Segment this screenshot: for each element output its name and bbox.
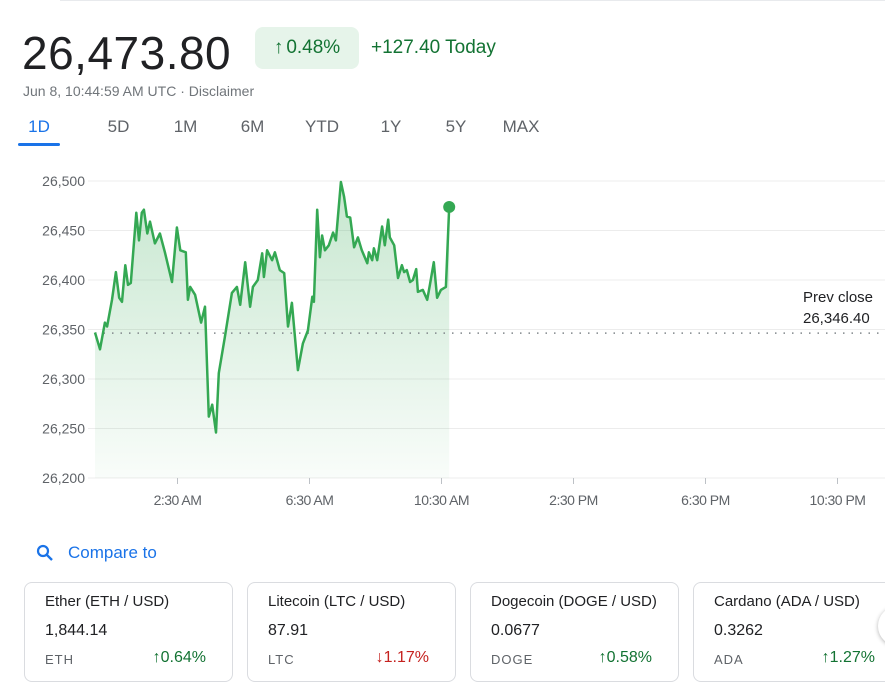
y-tick-label: 26,400 (42, 272, 85, 288)
card-change-value: 1.17% (383, 649, 429, 666)
y-tick-label: 26,450 (42, 223, 85, 239)
search-icon (36, 544, 53, 561)
timestamp-line: Jun 8, 10:44:59 AM UTC · Disclaimer (23, 83, 254, 99)
card-name: Litecoin (LTC / USD) (268, 593, 406, 610)
change-percent-badge: ↑ 0.48% (255, 27, 359, 69)
card-name: Ether (ETH / USD) (45, 593, 170, 610)
y-tick-label: 26,350 (42, 322, 85, 338)
top-divider (60, 0, 885, 1)
card-symbol: ETH (45, 652, 74, 667)
compare-to-label: Compare to (68, 543, 157, 562)
last-price-dot (443, 200, 456, 213)
card-symbol: LTC (268, 652, 295, 667)
change-today: +127.40 Today (371, 37, 496, 58)
card-price: 1,844.14 (45, 622, 108, 639)
crypto-card[interactable]: Cardano (ADA / USD) 0.3262 ADA ↑1.27% (693, 582, 885, 682)
crypto-card[interactable]: Dogecoin (DOGE / USD) 0.0677 DOGE ↑0.58% (470, 582, 679, 682)
card-price: 87.91 (268, 622, 309, 639)
price-chart[interactable]: 26,500 26,450 26,400 26,350 26,300 26,250 26,2… (0, 160, 885, 520)
separator: · (180, 83, 185, 99)
card-name: Dogecoin (DOGE / USD) (491, 593, 657, 610)
card-change: ↑0.58% (599, 649, 652, 667)
card-symbol: ADA (714, 652, 744, 667)
tab-1y[interactable]: 1Y (379, 117, 403, 137)
y-tick-label: 26,300 (42, 371, 85, 387)
tab-5d[interactable]: 5D (102, 117, 135, 137)
arrow-up-icon: ↑ (821, 649, 830, 666)
card-price: 0.0677 (491, 622, 540, 639)
current-price: 26,473.80 (22, 27, 232, 79)
tab-max[interactable]: MAX (499, 117, 543, 137)
y-tick-label: 26,200 (42, 470, 85, 486)
x-tick-label: 6:30 AM (286, 492, 334, 508)
timestamp: Jun 8, 10:44:59 AM UTC (23, 83, 177, 99)
x-tick-label: 10:30 AM (414, 492, 469, 508)
y-tick-label: 26,250 (42, 421, 85, 437)
card-change: ↑0.64% (153, 649, 206, 667)
tab-5y[interactable]: 5Y (444, 117, 468, 137)
x-tick-label: 2:30 AM (154, 492, 202, 508)
card-name: Cardano (ADA / USD) (714, 593, 860, 610)
arrow-up-icon: ↑ (598, 649, 607, 666)
card-change-value: 1.27% (829, 649, 875, 666)
y-tick-label: 26,500 (42, 173, 85, 189)
x-tick-label: 10:30 PM (810, 492, 866, 508)
x-tick-label: 2:30 PM (549, 492, 598, 508)
crypto-card[interactable]: Litecoin (LTC / USD) 87.91 LTC ↓1.17% (247, 582, 456, 682)
arrow-up-icon: ↑ (152, 649, 161, 666)
tab-1m[interactable]: 1M (169, 117, 202, 137)
range-tabs: 1D 5D 1M 6M YTD 1Y 5Y MAX (18, 117, 543, 146)
card-symbol: DOGE (491, 652, 534, 667)
arrow-up-icon: ↑ (273, 37, 284, 58)
tab-6m[interactable]: 6M (236, 117, 269, 137)
arrow-down-icon: ↓ (375, 649, 384, 666)
tab-1d[interactable]: 1D (18, 117, 60, 146)
card-change: ↓1.17% (376, 649, 429, 667)
tab-ytd[interactable]: YTD (302, 117, 342, 137)
prev-close-label: Prev close (803, 289, 873, 306)
x-tick-label: 6:30 PM (681, 492, 730, 508)
card-change-value: 0.64% (160, 649, 206, 666)
card-change-value: 0.58% (606, 649, 652, 666)
card-price: 0.3262 (714, 622, 763, 639)
prev-close-value: 26,346.40 (803, 310, 870, 327)
compare-to-button[interactable]: Compare to (36, 543, 157, 563)
card-change: ↑1.27% (822, 649, 875, 667)
crypto-card[interactable]: Ether (ETH / USD) 1,844.14 ETH ↑0.64% (24, 582, 233, 682)
disclaimer-link[interactable]: Disclaimer (189, 83, 254, 99)
change-percent: 0.48% (286, 37, 341, 58)
